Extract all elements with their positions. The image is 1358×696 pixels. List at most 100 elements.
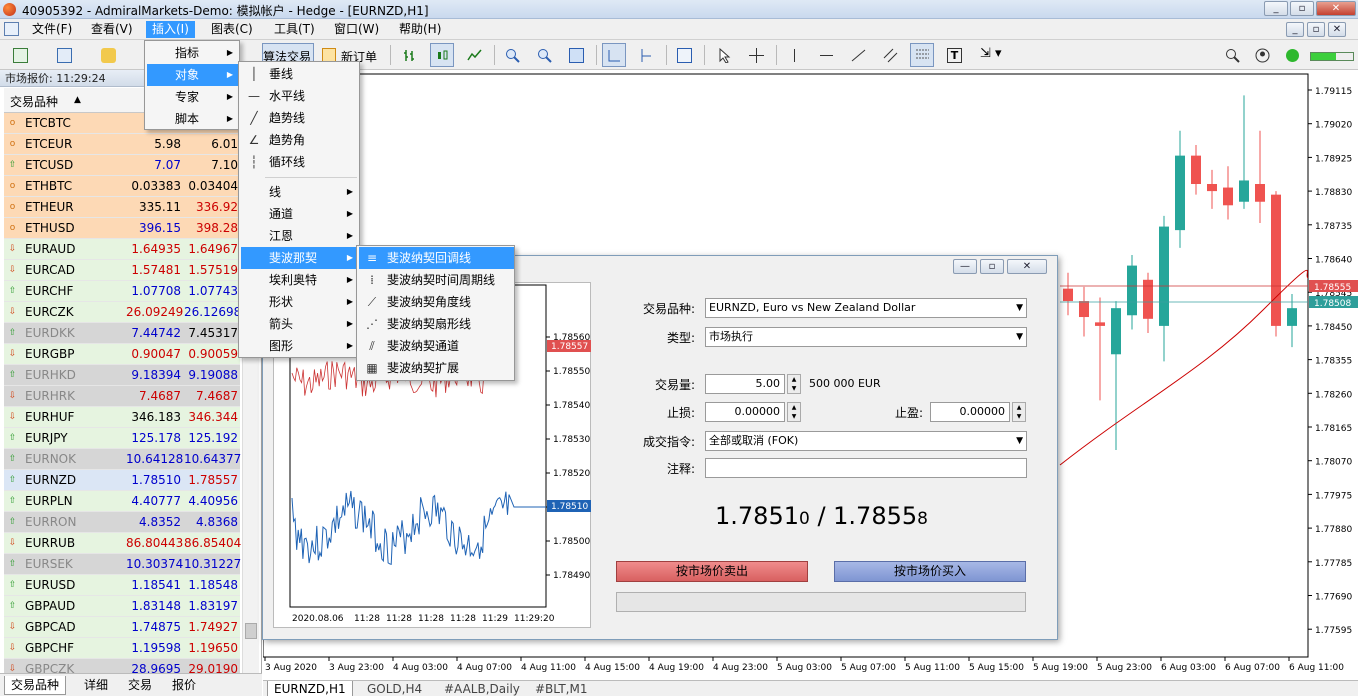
menu-insert[interactable]: 插入(I) [146, 21, 195, 38]
zoom-out-icon[interactable] [532, 43, 556, 67]
buy-by-market-button[interactable]: 按市场价买入 [834, 561, 1026, 582]
market-watch-row[interactable]: ⇩ EURGBP 0.90047 0.90059 [4, 344, 240, 365]
market-watch-row[interactable]: ⇩ EURAUD 1.64935 1.64967 [4, 239, 240, 260]
menu-item-fibo-retracement[interactable]: ≡ 斐波纳契回调线 [359, 247, 514, 269]
crosshair-icon[interactable] [744, 43, 768, 67]
market-watch-row[interactable]: o ETHBTC 0.03383 0.03404 [4, 176, 240, 197]
comment-input[interactable] [705, 458, 1027, 478]
dialog-close-button[interactable]: ✕ [1007, 259, 1047, 274]
zoom-in-icon[interactable] [500, 43, 524, 67]
close-button[interactable]: ✕ [1316, 1, 1356, 16]
market-watch-row[interactable]: ⇧ EURCHF 1.07708 1.07743 [4, 281, 240, 302]
menu-file[interactable]: 文件(F) [26, 21, 78, 38]
market-watch-row[interactable]: ⇧ EURNZD 1.78510 1.78557 [4, 470, 240, 491]
mdi-restore-button[interactable]: ▫ [1307, 22, 1325, 37]
menu-item-lines[interactable]: 线 ▶ [241, 181, 359, 203]
equidistant-channel-icon[interactable] [878, 43, 902, 67]
type-select[interactable]: 市场执行 ▼ [705, 327, 1027, 347]
menu-item-trend-angle[interactable]: ∠ 趋势角 [241, 129, 359, 151]
menu-item-fibo-channel[interactable]: ⫽ 斐波纳契通道 [359, 335, 514, 357]
menu-item-scripts[interactable]: 脚本 ▶ [147, 108, 239, 130]
mdi-minimize-button[interactable]: _ [1286, 22, 1304, 37]
market-watch-row[interactable]: ⇩ GBPCHF 1.19598 1.19650 [4, 638, 240, 659]
tile-windows-icon[interactable] [564, 43, 588, 67]
menu-item-experts[interactable]: 专家 ▶ [147, 86, 239, 108]
tab-details[interactable]: 详细 [78, 676, 114, 695]
account-icon[interactable] [1250, 43, 1274, 67]
chart-tab-gold[interactable]: GOLD,H4 [361, 681, 428, 696]
menu-item-gann[interactable]: 江恩 ▶ [241, 225, 359, 247]
volume-input[interactable]: 5.00 [705, 374, 785, 394]
horizontal-line-icon[interactable] [814, 43, 838, 67]
volume-stepper[interactable]: ▲ ▼ [787, 374, 801, 394]
market-watch-row[interactable]: ⇩ EURCZK 26.09249 26.12698 [4, 302, 241, 323]
tab-trading[interactable]: 交易 [122, 676, 158, 695]
chart-tab-eurnzd[interactable]: EURNZD,H1 [267, 681, 353, 696]
market-watch-row[interactable]: ⇩ EURHUF 346.183 346.344 [4, 407, 240, 428]
new-chart-icon[interactable] [8, 43, 32, 67]
menu-item-objects[interactable]: 对象 ▶ [147, 64, 239, 86]
tab-symbols[interactable]: 交易品种 [4, 676, 67, 695]
menu-item-cycle-lines[interactable]: ┆ 循环线 [241, 151, 359, 173]
dialog-minimize-button[interactable]: — [953, 259, 977, 274]
profiles-icon[interactable] [52, 43, 76, 67]
market-watch-row[interactable]: o ETHUSD 396.15 398.28 [4, 218, 240, 239]
col-symbol-header[interactable]: 交易品种 [10, 93, 58, 110]
sort-asc-icon[interactable]: ▲ [74, 95, 81, 105]
tab-ticks[interactable]: 报价 [166, 676, 202, 695]
minimize-button[interactable]: _ [1264, 1, 1288, 16]
dialog-restore-button[interactable]: ▫ [980, 259, 1004, 274]
candlestick-chart-icon[interactable] [430, 43, 454, 67]
menu-item-fibo-arcs[interactable]: ⟋ 斐波纳契角度线 [359, 291, 514, 313]
menu-item-arrows[interactable]: 箭头 ▶ [241, 313, 359, 335]
market-watch-row[interactable]: ⇧ EURPLN 4.40777 4.40956 [4, 491, 240, 512]
bar-chart-icon[interactable] [398, 43, 422, 67]
stop-loss-input[interactable]: 0.00000 [705, 402, 785, 422]
market-watch-row[interactable]: ⇩ EURHRK 7.4687 7.4687 [4, 386, 240, 407]
menu-item-indicators[interactable]: 指标 ▶ [147, 42, 239, 64]
menu-item-elliott[interactable]: 埃利奥特 ▶ [241, 269, 359, 291]
chart-tab-aalb[interactable]: #AALB,Daily [438, 681, 526, 696]
menu-item-graphics[interactable]: 图形 ▶ [241, 335, 359, 357]
take-profit-input[interactable]: 0.00000 [930, 402, 1010, 422]
market-watch-row[interactable]: ⇧ EURUSD 1.18541 1.18548 [4, 575, 240, 596]
menu-item-vertical-line[interactable]: │ 垂线 [241, 63, 359, 85]
scroll-thumb[interactable] [245, 623, 257, 639]
templates-icon[interactable] [672, 43, 696, 67]
menu-view[interactable]: 查看(V) [85, 21, 139, 38]
menu-item-fibo-expansion[interactable]: ▦ 斐波纳契扩展 [359, 357, 514, 379]
market-watch-row[interactable]: ⇧ GBPAUD 1.83148 1.83197 [4, 596, 240, 617]
market-watch-row[interactable]: ⇩ EURCAD 1.57481 1.57519 [4, 260, 240, 281]
chart-shift-icon[interactable] [634, 43, 658, 67]
market-watch-row[interactable]: ⇧ ETCUSD 7.07 7.10 [4, 155, 240, 176]
menu-window[interactable]: 窗口(W) [328, 21, 385, 38]
vertical-line-icon[interactable] [782, 43, 806, 67]
restore-button[interactable]: ▫ [1290, 1, 1314, 16]
mdi-close-button[interactable]: ✕ [1328, 22, 1346, 37]
market-watch-row[interactable]: ⇧ EURSEK 10.30374 10.31227 [4, 554, 241, 575]
market-watch-row[interactable]: ⇧ EURDKK 7.44742 7.45317 [4, 323, 240, 344]
menu-item-horizontal-line[interactable]: — 水平线 [241, 85, 359, 107]
market-watch-icon[interactable] [96, 43, 120, 67]
auto-scroll-icon[interactable] [602, 43, 626, 67]
market-watch-row[interactable]: ⇧ EURHKD 9.18394 9.19088 [4, 365, 240, 386]
line-chart-icon[interactable] [462, 43, 486, 67]
menu-charts[interactable]: 图表(C) [205, 21, 259, 38]
market-watch-row[interactable]: ⇧ EURRON 4.8352 4.8368 [4, 512, 240, 533]
menu-item-shapes[interactable]: 形状 ▶ [241, 291, 359, 313]
menu-help[interactable]: 帮助(H) [393, 21, 447, 38]
menu-item-fibo-fan[interactable]: ⋰ 斐波纳契扇形线 [359, 313, 514, 335]
market-watch-row[interactable]: ⇧ EURJPY 125.178 125.192 [4, 428, 240, 449]
fill-policy-select[interactable]: 全部或取消 (FOK) ▼ [705, 431, 1027, 451]
fibonacci-icon[interactable] [910, 43, 934, 67]
menu-item-channels[interactable]: 通道 ▶ [241, 203, 359, 225]
arrows-icon[interactable]: ⇲ ▾ [974, 43, 1012, 67]
menu-item-trendline[interactable]: ╱ 趋势线 [241, 107, 359, 129]
symbol-select[interactable]: EURNZD, Euro vs New Zealand Dollar ▼ [705, 298, 1027, 318]
market-watch-row[interactable]: ⇧ EURNOK 10.64128 10.64377 [4, 449, 241, 470]
text-icon[interactable]: T [942, 43, 966, 67]
market-watch-row[interactable]: ⇩ EURRUB 86.80443 86.85404 [4, 533, 241, 554]
market-watch-row[interactable]: o ETHEUR 335.11 336.92 [4, 197, 240, 218]
stop-loss-stepper[interactable]: ▲ ▼ [787, 402, 801, 422]
menu-item-fibo-time-zones[interactable]: ⁞ 斐波纳契时间周期线 [359, 269, 514, 291]
